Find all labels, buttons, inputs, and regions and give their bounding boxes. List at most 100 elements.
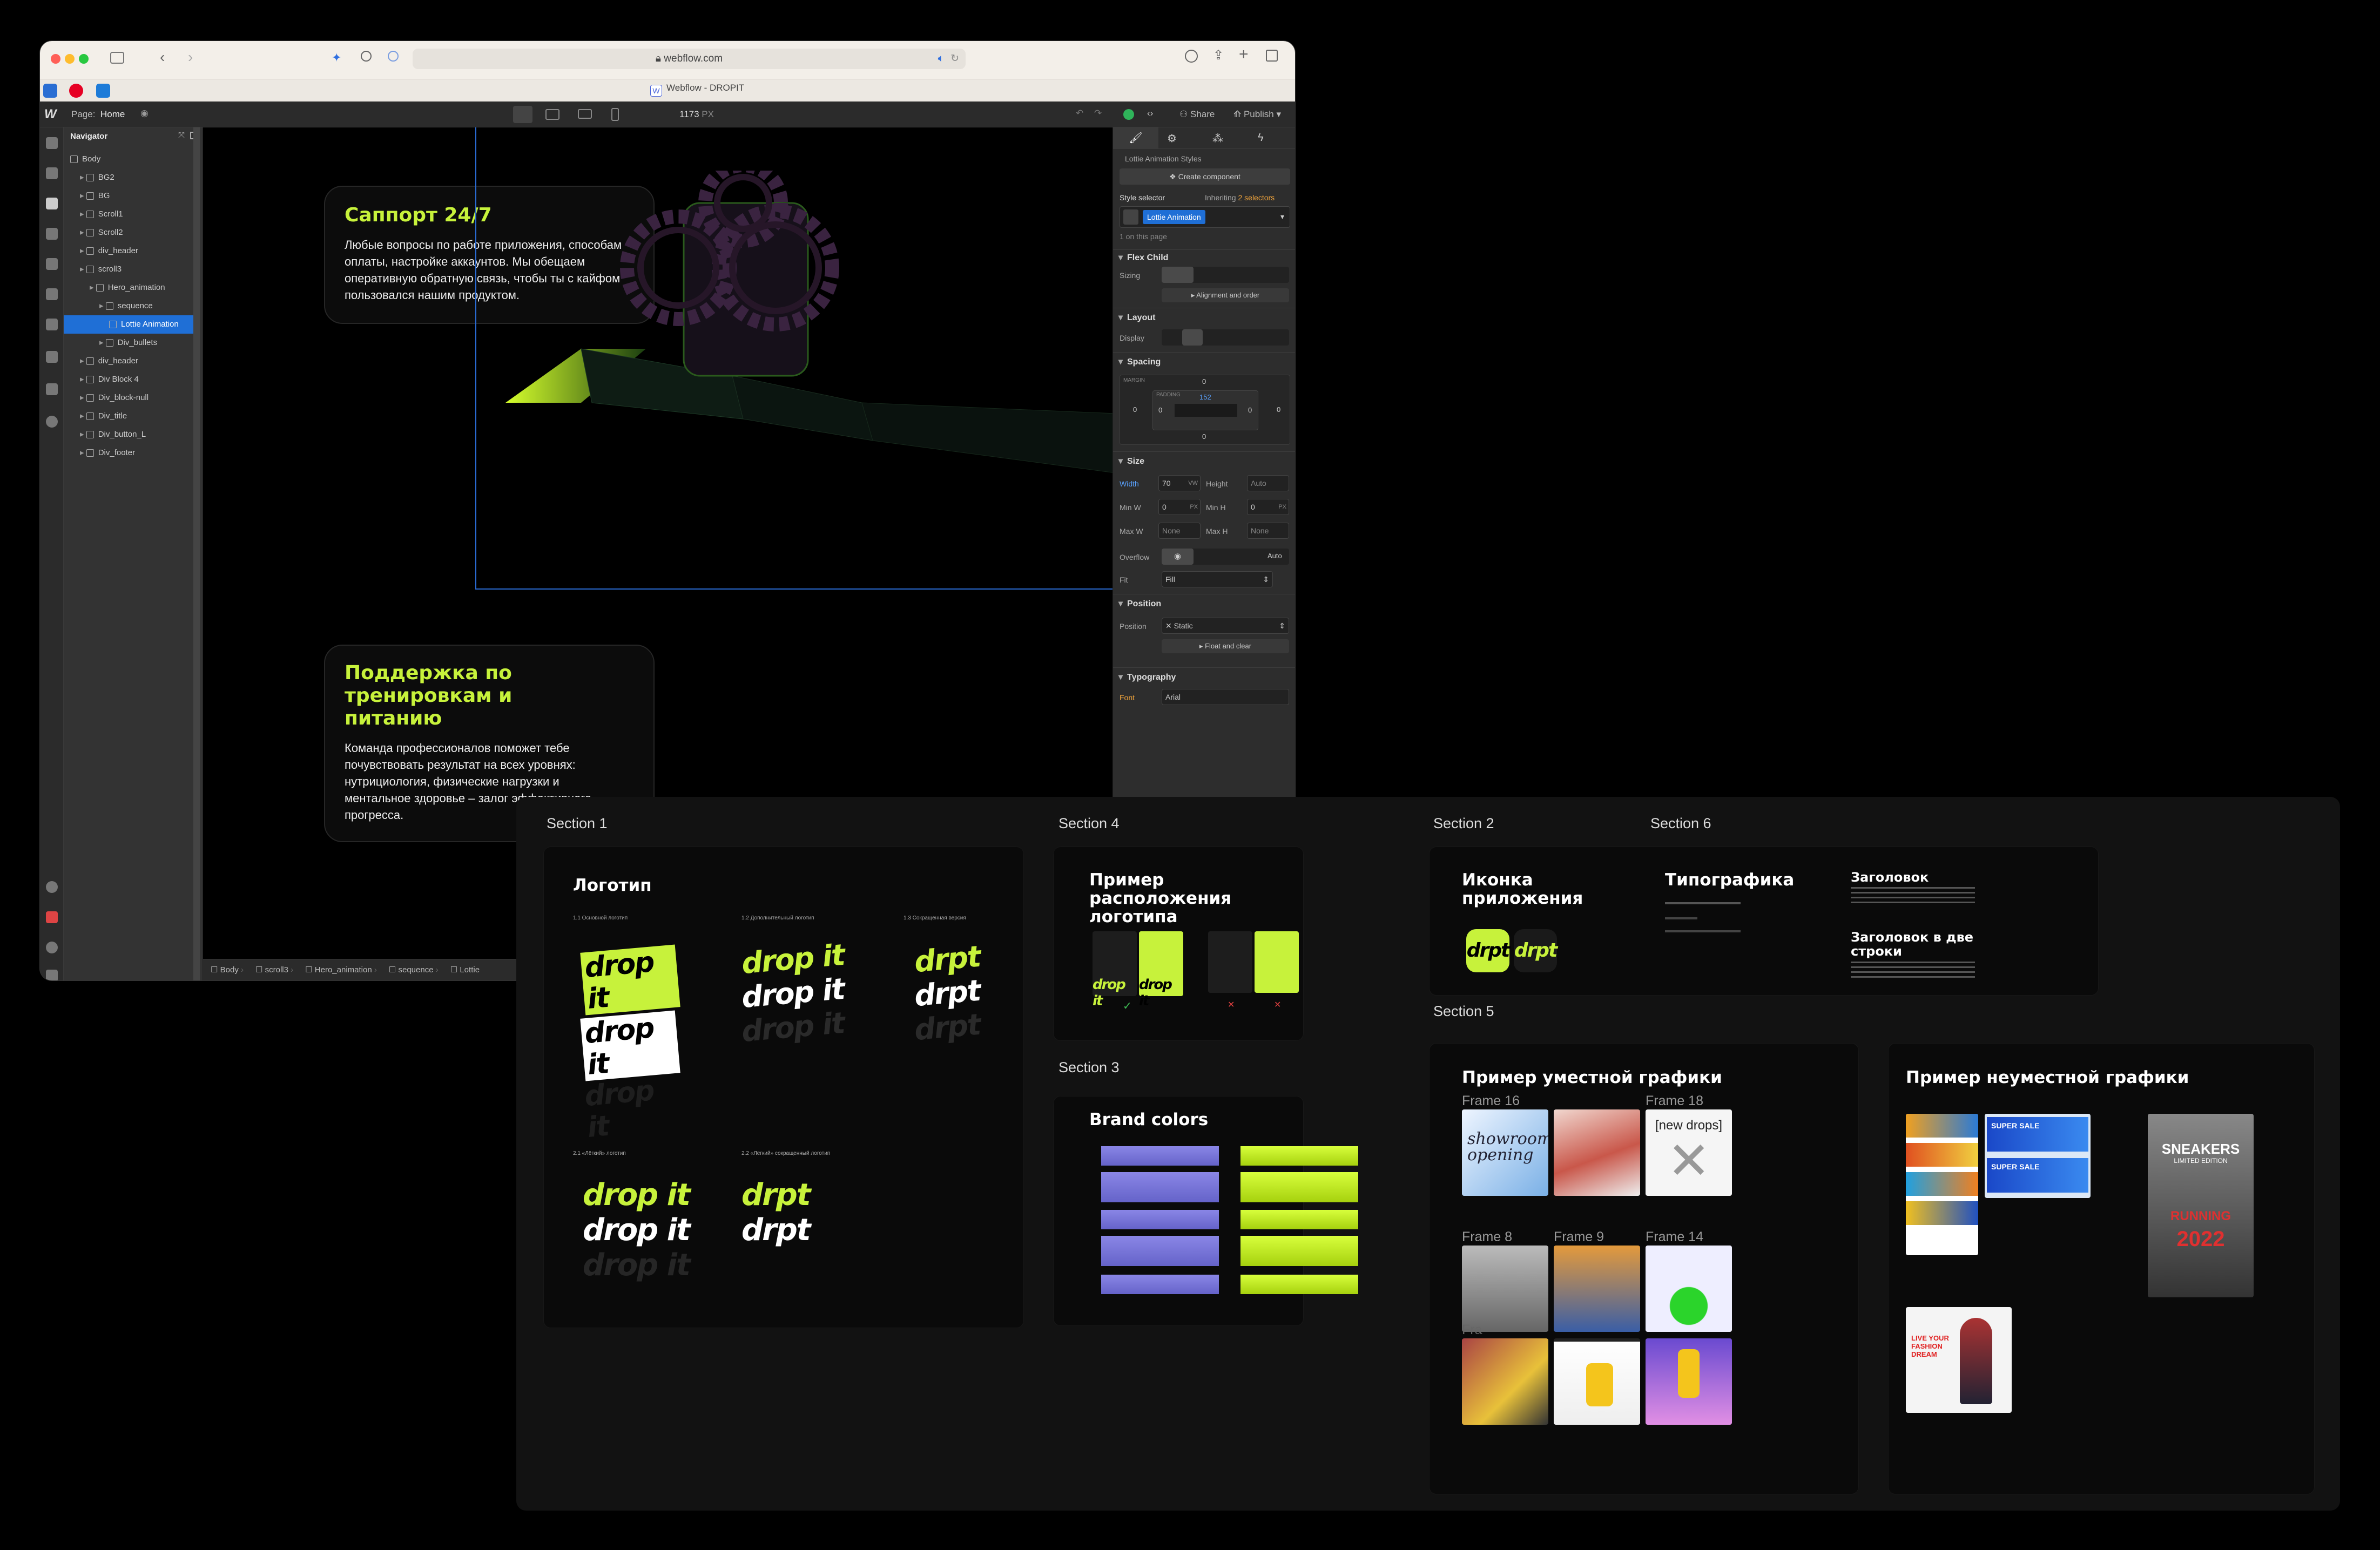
assets-icon[interactable] bbox=[46, 383, 58, 395]
components-icon[interactable] bbox=[46, 167, 58, 179]
address-bar[interactable]: 🔒︎ webflow.com 🔈︎ ↻ bbox=[413, 49, 966, 69]
audit-icon[interactable] bbox=[46, 911, 58, 923]
spacing-section[interactable]: Spacing bbox=[1113, 352, 1295, 372]
preview-eye-icon[interactable]: ◉ bbox=[140, 108, 149, 119]
mobile-breakpoint-icon[interactable] bbox=[611, 108, 619, 121]
expand-caret-icon[interactable]: ▸ bbox=[80, 209, 86, 219]
settings-gear-icon[interactable] bbox=[46, 416, 58, 428]
margin-left-value[interactable]: 0 bbox=[1133, 405, 1137, 414]
good-graphics-frame[interactable]: Пример уместной графики Frame 16 Frame 1… bbox=[1429, 1043, 1859, 1494]
sizing-segmented[interactable] bbox=[1162, 267, 1289, 283]
navigator-item[interactable]: ▸ Div_title bbox=[64, 407, 194, 425]
padding-right-value[interactable]: 0 bbox=[1248, 406, 1252, 414]
margin-right-value[interactable]: 0 bbox=[1277, 405, 1280, 414]
tablet-breakpoint-icon[interactable] bbox=[545, 109, 559, 120]
icon-typography-frame[interactable]: Иконка приложения drpt drpt Типографика … bbox=[1429, 847, 2099, 996]
share-button[interactable]: ⚇ Share bbox=[1179, 109, 1215, 120]
add-elements-icon[interactable] bbox=[46, 137, 58, 149]
desktop-breakpoint-button[interactable] bbox=[513, 106, 532, 123]
layout-section[interactable]: Layout bbox=[1113, 308, 1295, 328]
code-icon[interactable]: ‹› bbox=[1147, 108, 1153, 119]
expand-caret-icon[interactable]: ▸ bbox=[80, 448, 86, 457]
breadcrumb-item[interactable]: ☐ Lottie bbox=[450, 965, 480, 974]
sizing-shrink-option[interactable] bbox=[1162, 267, 1194, 283]
alignment-order-button[interactable]: ▸ Alignment and order bbox=[1162, 288, 1289, 302]
min-height-unit[interactable]: PX bbox=[1278, 499, 1286, 515]
users-icon[interactable] bbox=[46, 319, 58, 330]
forward-icon[interactable]: › bbox=[188, 49, 193, 66]
logo-frame[interactable]: Логотип 1.1 Основной логотип 1.2 Дополни… bbox=[543, 847, 1024, 1328]
logo-placement-frame[interactable]: Пример расположения логотипа drop it dro… bbox=[1053, 847, 1304, 1041]
max-width-input[interactable]: None bbox=[1158, 523, 1201, 539]
padding-top-value[interactable]: 152 bbox=[1199, 393, 1211, 401]
pin-icon[interactable]: ⤧ bbox=[178, 131, 185, 140]
breadcrumb-item[interactable]: ☐ Hero_animation › bbox=[305, 965, 377, 974]
expand-caret-icon[interactable]: ▸ bbox=[80, 411, 86, 421]
download-icon[interactable] bbox=[1185, 50, 1198, 63]
overflow-auto-option[interactable]: Auto bbox=[1267, 552, 1282, 560]
navigator-item[interactable]: ▸ Div_block-null bbox=[64, 389, 194, 407]
navigator-item[interactable]: ▸ div_header bbox=[64, 242, 194, 260]
navigator-item[interactable]: Lottie Animation bbox=[64, 315, 194, 334]
navigator-item[interactable]: ▸ sequence bbox=[64, 297, 194, 315]
max-height-input[interactable]: None bbox=[1247, 523, 1289, 539]
landscape-breakpoint-icon[interactable] bbox=[578, 109, 592, 119]
breadcrumb-item[interactable]: ☐ sequence › bbox=[389, 965, 439, 974]
tab-title[interactable]: Webflow - DROPIT bbox=[666, 83, 744, 93]
zoom-window-button[interactable] bbox=[79, 54, 89, 64]
navigator-item[interactable]: ▸ div_header bbox=[64, 352, 194, 370]
trello-icon[interactable] bbox=[96, 84, 110, 98]
float-clear-button[interactable]: ▸ Float and clear bbox=[1162, 639, 1289, 653]
style-selector-input[interactable]: Lottie Animation ▾ bbox=[1120, 206, 1290, 228]
back-icon[interactable]: ‹ bbox=[160, 49, 165, 66]
expand-caret-icon[interactable]: ▸ bbox=[80, 191, 86, 200]
close-window-button[interactable] bbox=[51, 54, 60, 64]
pinterest-icon[interactable] bbox=[69, 84, 83, 98]
navigator-item[interactable]: ▸ Scroll1 bbox=[64, 205, 194, 224]
display-flex-option[interactable] bbox=[1182, 329, 1203, 346]
shield-icon[interactable] bbox=[361, 51, 372, 62]
bad-graphics-frame[interactable]: Пример неуместной графики SUPER SALE SUP… bbox=[1888, 1043, 2315, 1494]
font-select[interactable]: Arial bbox=[1162, 689, 1289, 705]
cms-icon[interactable] bbox=[46, 258, 58, 270]
sidebar-toggle-icon[interactable] bbox=[110, 52, 124, 64]
expand-caret-icon[interactable]: ▸ bbox=[80, 265, 86, 274]
page-selector[interactable]: Home bbox=[100, 109, 125, 120]
navigator-item[interactable]: ▸ Div_bullets bbox=[64, 334, 194, 352]
overflow-segmented[interactable]: ◉ Auto bbox=[1162, 549, 1289, 565]
navigator-item[interactable]: ▸ Div_footer bbox=[64, 444, 194, 462]
fit-select[interactable]: Fill ⇕ bbox=[1162, 571, 1273, 587]
min-width-input[interactable]: 0 PX bbox=[1158, 499, 1201, 515]
position-section[interactable]: Position bbox=[1113, 594, 1295, 614]
flex-child-section[interactable]: Flex Child bbox=[1113, 249, 1295, 266]
privacy-icon[interactable] bbox=[388, 51, 399, 62]
typography-section[interactable]: Typography bbox=[1113, 667, 1295, 687]
tab-overview-icon[interactable] bbox=[1266, 50, 1278, 62]
style-tab-brush-icon[interactable]: 🖌︎ bbox=[1113, 127, 1158, 149]
width-input[interactable]: 70 VW bbox=[1158, 475, 1201, 491]
navigator-scrollbar[interactable] bbox=[193, 127, 200, 980]
overflow-visible-eye-icon[interactable]: ◉ bbox=[1162, 549, 1194, 565]
height-input[interactable]: Auto bbox=[1247, 475, 1289, 491]
inheriting-count[interactable]: 2 selectors bbox=[1238, 193, 1275, 202]
margin-box[interactable]: MARGIN 0 0 0 0 PADDING 152 0 0 bbox=[1120, 375, 1290, 445]
expand-caret-icon[interactable]: ▸ bbox=[80, 173, 86, 182]
expand-caret-icon[interactable]: ▸ bbox=[80, 356, 86, 365]
breadcrumb-item[interactable]: ☐ Body › bbox=[211, 965, 244, 974]
new-tab-icon[interactable]: + bbox=[1239, 45, 1249, 64]
extension-icon[interactable]: ✦ bbox=[332, 51, 341, 65]
interactions-bolt-icon[interactable]: ϟ bbox=[1258, 132, 1264, 144]
navigator-item[interactable]: Body bbox=[64, 150, 194, 168]
min-width-unit[interactable]: PX bbox=[1190, 499, 1198, 515]
style-manager-icon[interactable]: ⁂ bbox=[1212, 132, 1223, 145]
width-unit[interactable]: VW bbox=[1188, 476, 1198, 491]
team-icon[interactable] bbox=[46, 970, 58, 980]
expand-caret-icon[interactable]: ▸ bbox=[80, 430, 86, 439]
position-select[interactable]: ✕ Static ⇕ bbox=[1162, 618, 1289, 634]
display-segmented[interactable] bbox=[1162, 329, 1289, 346]
margin-top-value[interactable]: 0 bbox=[1202, 377, 1206, 385]
navigator-item[interactable]: ▸ scroll3 bbox=[64, 260, 194, 279]
webflow-logo-icon[interactable]: W bbox=[44, 107, 57, 122]
ecommerce-icon[interactable] bbox=[46, 351, 58, 363]
create-component-button[interactable]: ❖ Create component bbox=[1120, 168, 1290, 185]
